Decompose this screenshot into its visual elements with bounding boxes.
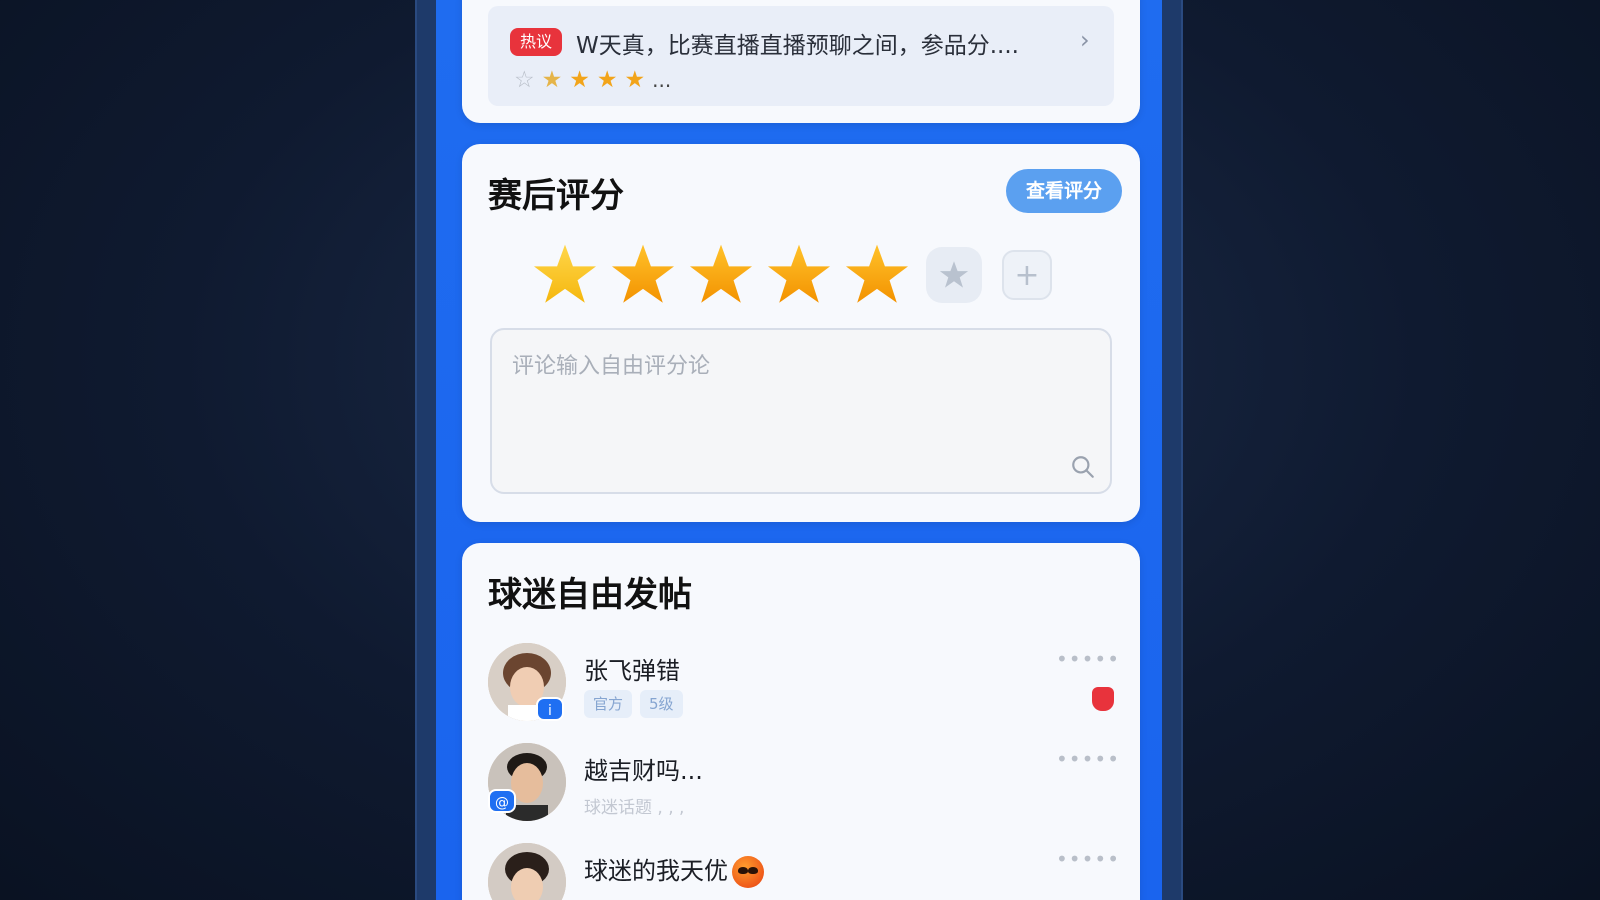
star-2-icon[interactable] [610,242,676,308]
star-outline-icon [939,261,969,288]
post-tag: 5级 [640,690,683,718]
post-item[interactable]: i 张飞弹错 官方 5级 ••••• [488,643,1119,727]
mention-badge: @ [488,789,516,813]
more-icon[interactable]: ••••• [1056,647,1120,671]
star-empty-button[interactable] [926,247,982,303]
more-icon[interactable]: ••••• [1056,747,1120,771]
star-5-icon[interactable] [844,242,910,308]
notice-text: W天真，比赛直播直播预聊之间，参品分.... [576,33,1019,59]
posts-card: 球迷自由发帖 i 张飞弹错 官方 5级 ••••• @ 越吉财吗... 球迷话题… [462,543,1140,900]
hot-badge: 热议 [510,28,562,56]
rating-stars: + [532,242,1052,308]
post-author: 球迷的我天优 [584,851,764,888]
post-tag: 官方 [584,690,633,718]
comment-input[interactable] [512,350,1072,382]
star-1-icon[interactable] [532,242,598,308]
avatar-image [488,843,566,900]
notice-card: 热议 W天真，比赛直播直播预聊之间，参品分.... › ☆ ★ ★ ★ ★ ..… [462,0,1140,123]
add-star-button[interactable]: + [1002,250,1052,300]
posts-title: 球迷自由发帖 [488,575,692,615]
post-author-text: 球迷的我天优 [584,857,728,885]
search-icon[interactable] [1070,454,1096,480]
emoji-icon [732,856,764,888]
stars-more: ... [652,68,672,92]
rating-title: 赛后评分 [488,176,624,216]
flag-icon[interactable] [1092,687,1114,711]
rating-card: 赛后评分 查看评分 + 评论输入自由评分论 [462,144,1140,522]
post-item[interactable]: 球迷的我天优 ••••• [488,843,1119,900]
post-item[interactable]: @ 越吉财吗... 球迷话题 , , , ••••• [488,743,1119,827]
verified-badge: i [536,697,564,721]
avatar[interactable] [488,843,566,900]
post-author: 越吉财吗... [584,757,703,785]
comment-box[interactable] [490,328,1112,494]
more-icon[interactable]: ••••• [1056,847,1120,871]
star-4-icon[interactable] [766,242,832,308]
notice-banner[interactable]: 热议 W天真，比赛直播直播预聊之间，参品分.... › ☆ ★ ★ ★ ★ ..… [488,6,1114,106]
star-icon: ★ [569,67,590,93]
phone-screen: 热议 W天真，比赛直播直播预聊之间，参品分.... › ☆ ★ ★ ★ ★ ..… [436,0,1162,900]
chevron-right-icon[interactable]: › [1080,26,1090,54]
star-icon: ★ [624,67,646,93]
view-rating-button[interactable]: 查看评分 [1006,169,1122,213]
star-outline-icon: ☆ [514,67,535,93]
post-subtitle: 球迷话题 , , , [584,798,685,818]
notice-stars: ☆ ★ ★ ★ ★ ... [514,68,671,92]
star-icon: ★ [596,67,618,93]
post-tags: 官方 5级 [584,690,691,718]
star-3-icon[interactable] [688,242,754,308]
post-author: 张飞弹错 [584,657,680,685]
star-icon: ★ [541,67,563,93]
